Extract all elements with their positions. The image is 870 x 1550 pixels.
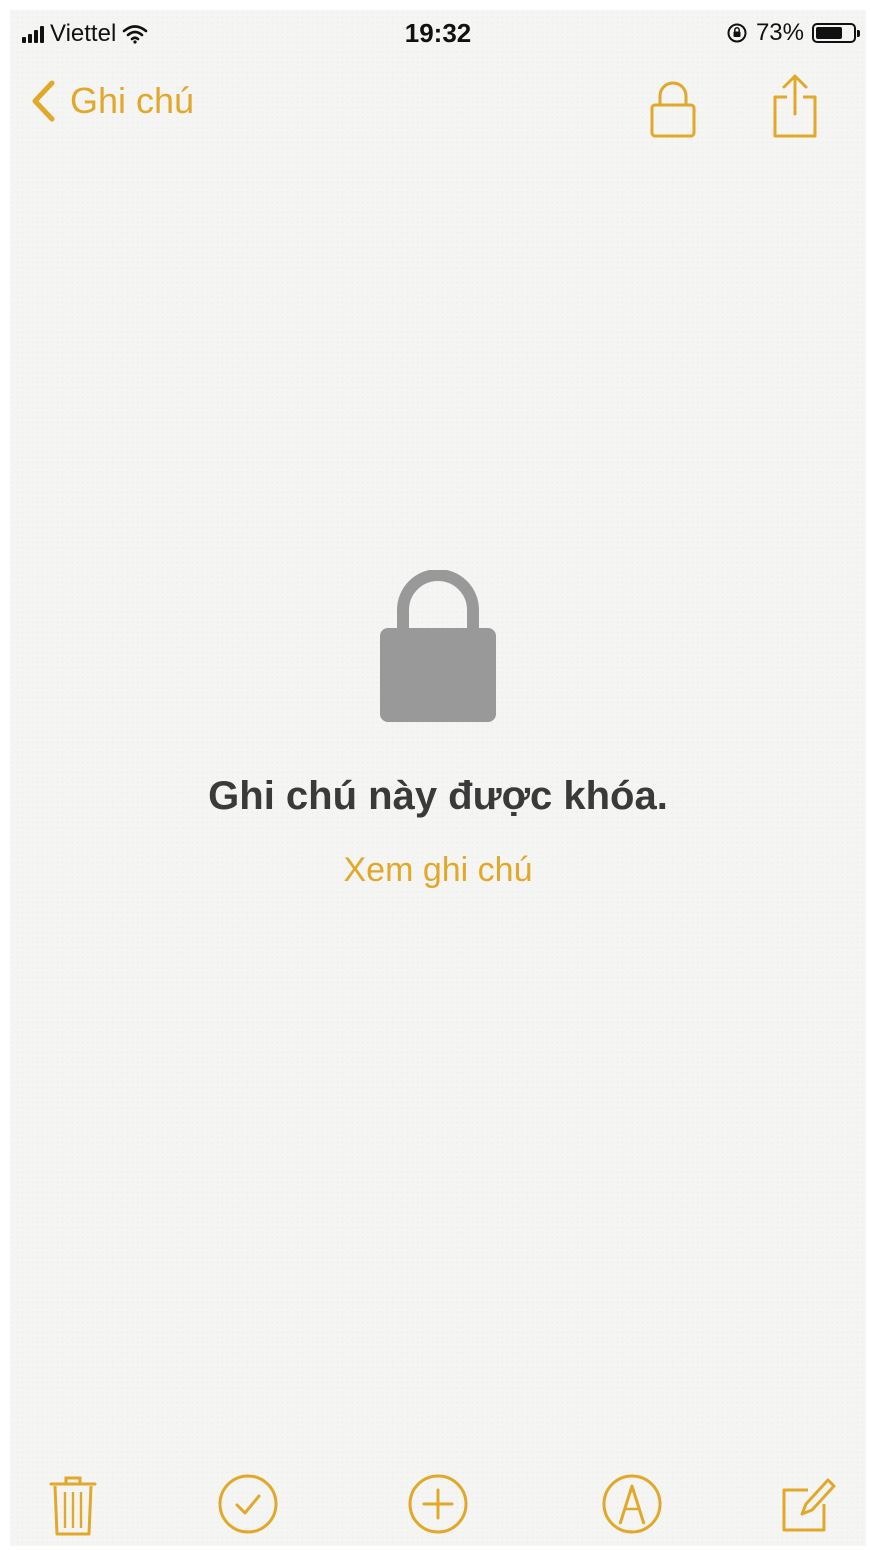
chevron-left-icon [32,80,55,122]
lock-icon[interactable] [648,76,698,138]
nav-bar: Ghi chú [10,70,866,150]
markup-icon[interactable] [600,1472,664,1536]
compose-icon[interactable] [778,1472,838,1536]
note-screen: Viettel 19:32 73% Ghi chú Ghi chú này đư… [10,10,866,1546]
trash-icon[interactable] [48,1474,98,1538]
back-label: Ghi chú [70,80,195,121]
bottom-toolbar [10,1472,866,1542]
status-right: 73% [726,19,860,47]
locked-padlock-icon [380,570,496,722]
locked-title: Ghi chú này được khóa. [208,774,668,818]
checklist-icon[interactable] [216,1472,280,1536]
back-button[interactable]: Ghi chú [30,80,194,122]
view-note-link[interactable]: Xem ghi chú [10,851,866,890]
orientation-lock-icon [727,23,747,43]
battery-percent: 73% [755,19,804,46]
add-icon[interactable] [406,1472,470,1536]
status-bar: Viettel 19:32 73% [10,10,866,54]
locked-note-message: Ghi chú này được khóa. Xem ghi chú [10,570,866,890]
share-icon[interactable] [770,72,820,140]
battery-icon [812,23,860,43]
